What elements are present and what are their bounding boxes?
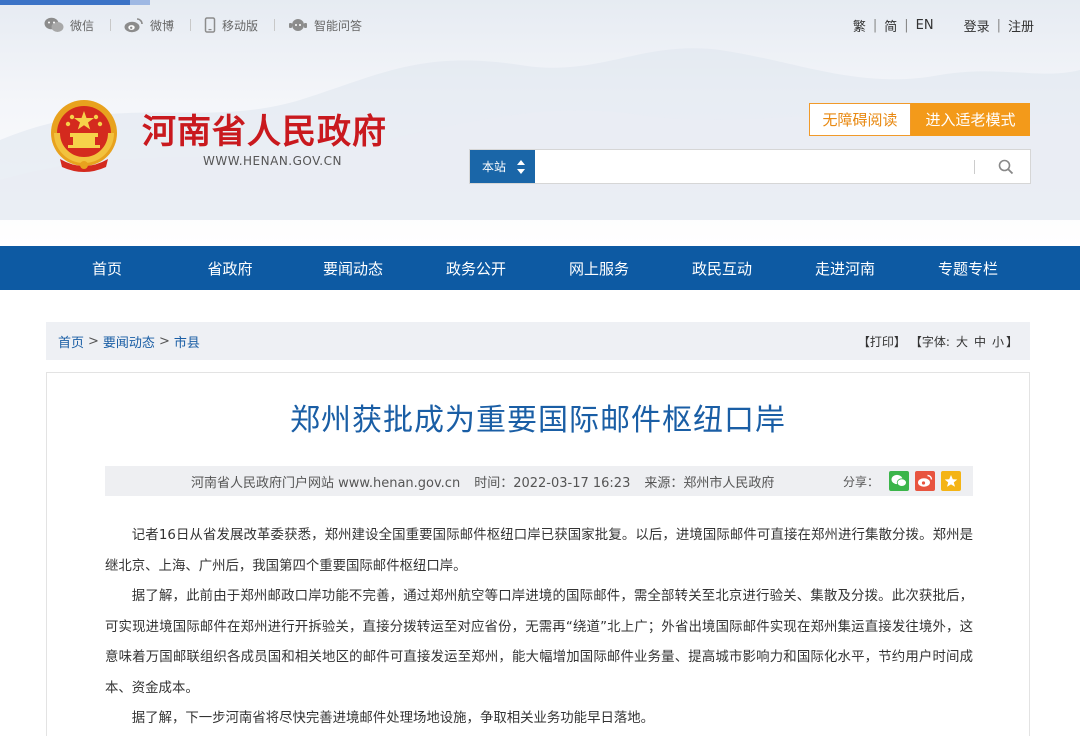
breadcrumb-cities[interactable]: 市县 (174, 332, 200, 351)
article-paragraph: 记者16日从省发展改革委获悉，郑州建设全国重要国际邮件枢纽口岸已获国家批复。以后… (105, 528, 973, 574)
mobile-link[interactable]: 移动版 (204, 14, 258, 36)
nav-item-gov-affairs[interactable]: 政务公开 (426, 246, 526, 290)
lang-english[interactable]: EN (916, 18, 934, 33)
breadcrumb-news[interactable]: 要闻动态 (103, 332, 155, 351)
mobile-label: 移动版 (222, 18, 259, 33)
browser-tab-strip (0, 0, 130, 5)
top-bar: 微信 微博 移动版 智能问答 繁 | 简 | EN 登录 | 注册 (44, 14, 1034, 36)
mobile-icon (204, 17, 216, 33)
article-body: 记者16日从省发展改革委获悉，郑州建设全国重要国际邮件枢纽口岸已获国家批复。以后… (105, 521, 973, 735)
share-favorite-button[interactable] (941, 471, 961, 491)
nav-item-interaction[interactable]: 政民互动 (672, 246, 772, 290)
nav-item-special-topics[interactable]: 专题专栏 (918, 246, 1018, 290)
print-button[interactable]: 【打印】 (858, 333, 906, 350)
site-url: WWW.HENAN.GOV.CN (203, 154, 342, 168)
font-size-large[interactable]: 大 (956, 333, 968, 350)
lang-simplified[interactable]: 简 (884, 16, 897, 35)
search-divider (974, 160, 975, 174)
search-scope-label: 本站 (482, 160, 507, 174)
breadcrumb: 首页 > 要闻动态 > 市县 【打印】 【字体: 大 中 小 】 (46, 322, 1030, 360)
search-icon (998, 159, 1014, 175)
language-login-bar: 繁 | 简 | EN 登录 | 注册 (852, 16, 1034, 35)
weibo-icon (918, 474, 933, 487)
wechat-link[interactable]: 微信 (44, 14, 94, 36)
wechat-icon (44, 17, 64, 32)
article-title: 郑州获批成为重要国际邮件枢纽口岸 (290, 403, 786, 438)
article-container: 郑州获批成为重要国际邮件枢纽口岸 河南省人民政府门户网站 www.henan.g… (46, 372, 1030, 736)
nav-item-online-services[interactable]: 网上服务 (549, 246, 649, 290)
weibo-label: 微博 (150, 18, 175, 33)
article-paragraph: 据了解，此前由于郑州邮政口岸功能不完善，通过郑州航空等口岸进境的国际邮件，需全部… (105, 589, 973, 696)
assistant-label: 智能问答 (314, 18, 363, 33)
breadcrumb-links: 首页 > 要闻动态 > 市县 (58, 322, 200, 360)
assistant-link[interactable]: 智能问答 (288, 14, 362, 36)
wechat-icon (891, 474, 907, 487)
national-emblem-icon (51, 100, 117, 172)
article-tools: 【打印】 【字体: 大 中 小 】 (856, 322, 1018, 360)
breadcrumb-home[interactable]: 首页 (58, 332, 84, 351)
article-origin: 来源：郑州市人民政府 (644, 475, 775, 491)
nav-item-about-henan[interactable]: 走进河南 (795, 246, 895, 290)
separator (110, 19, 111, 31)
font-size-label: 【字体: (909, 334, 950, 349)
share-wechat-button[interactable] (889, 471, 909, 491)
breadcrumb-separator: > (158, 333, 170, 349)
lang-traditional[interactable]: 繁 (853, 16, 866, 35)
share-label: 分享： (842, 474, 879, 489)
weibo-link[interactable]: 微博 (124, 14, 174, 36)
updown-arrows-icon (517, 160, 525, 174)
search-button[interactable] (990, 155, 1022, 179)
register-link[interactable]: 注册 (1008, 16, 1034, 35)
login-link[interactable]: 登录 (964, 16, 990, 35)
breadcrumb-separator: > (88, 333, 99, 349)
browser-tab-strip-end (130, 0, 150, 5)
share-bar: 分享： (843, 466, 961, 496)
article-paragraph: 据了解，下一步河南省将尽快完善进境邮件处理场地设施，争取相关业务功能早日落地。 (131, 711, 655, 726)
weibo-icon (124, 18, 143, 33)
font-size-close: 】 (1005, 334, 1018, 349)
article-time: 时间：2022-03-17 16:23 (474, 475, 631, 491)
search-scope-select[interactable]: 本站 (470, 150, 535, 183)
main-nav: 首页 省政府 要闻动态 政务公开 网上服务 政民互动 走进河南 专题专栏 (0, 246, 1080, 290)
site-title[interactable]: 河南省人民政府 (142, 104, 387, 153)
wechat-label: 微信 (70, 18, 95, 33)
article-meta-info: 河南省人民政府门户网站 www.henan.gov.cn 时间：2022-03-… (191, 466, 774, 496)
nav-item-provincial-gov[interactable]: 省政府 (180, 246, 280, 290)
nav-item-home[interactable]: 首页 (57, 246, 157, 290)
font-size-medium[interactable]: 中 (974, 333, 986, 350)
assistant-icon (289, 19, 307, 31)
share-weibo-button[interactable] (915, 471, 935, 491)
star-icon (944, 475, 958, 487)
elder-mode-button[interactable]: 进入适老模式 (911, 103, 1030, 136)
article-source-site: 河南省人民政府门户网站 www.henan.gov.cn (191, 475, 461, 491)
search-bar: 本站 (469, 149, 1031, 184)
search-input[interactable] (536, 150, 976, 183)
nav-item-news[interactable]: 要闻动态 (303, 246, 403, 290)
separator (274, 19, 275, 31)
article-meta: 河南省人民政府门户网站 www.henan.gov.cn 时间：2022-03-… (105, 466, 973, 496)
separator (190, 19, 191, 31)
accessible-reading-button[interactable]: 无障碍阅读 (809, 103, 911, 136)
font-size-small[interactable]: 小 (992, 333, 1004, 350)
